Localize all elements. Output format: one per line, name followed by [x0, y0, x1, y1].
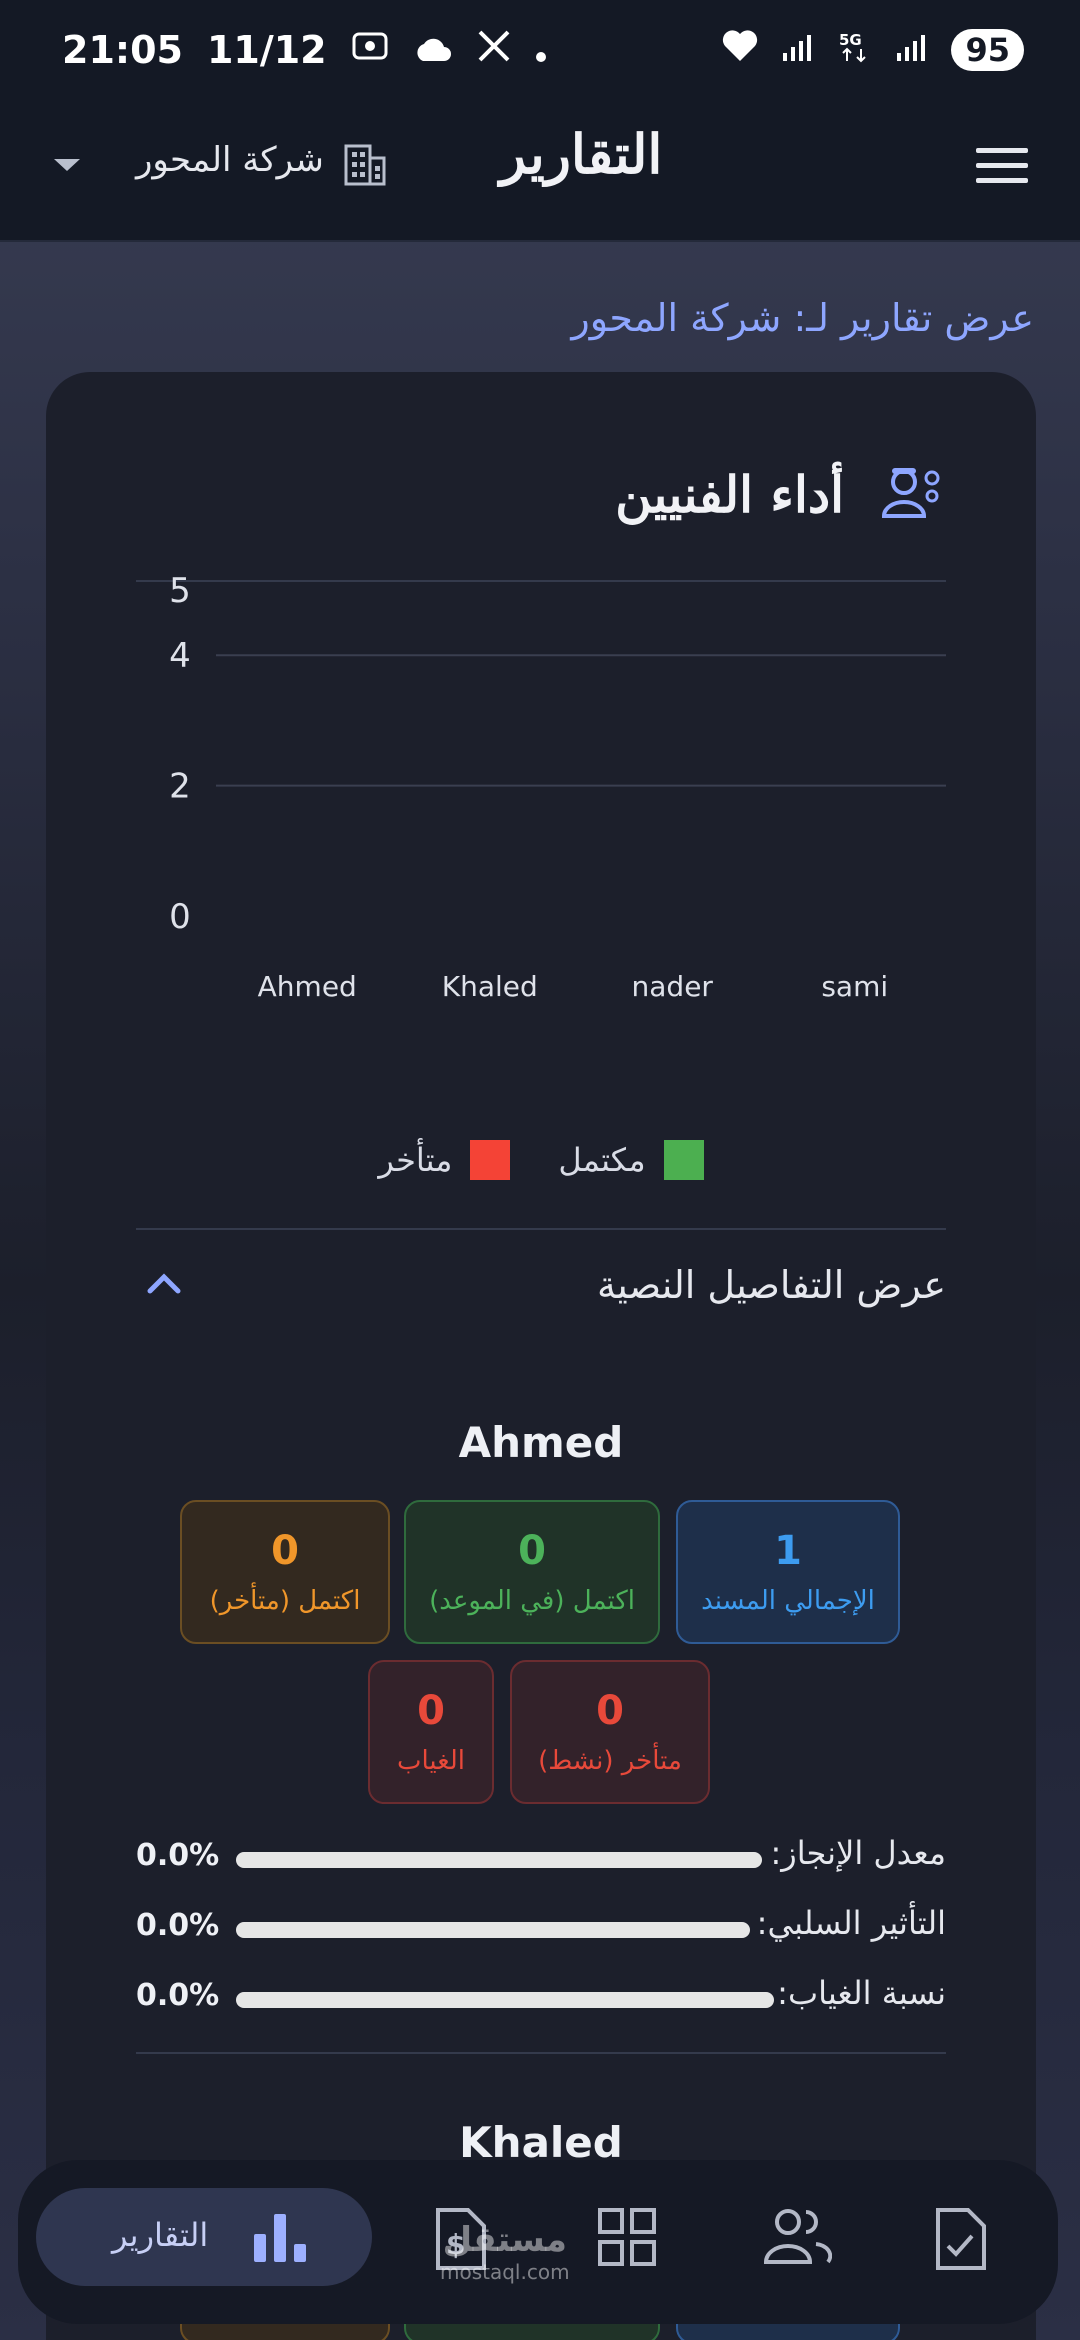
- heart-icon: [721, 28, 759, 72]
- stat-value: 0: [271, 1528, 299, 1574]
- stat-value: 0: [518, 1528, 546, 1574]
- legend-swatch-green: [663, 1140, 704, 1180]
- signal-icon-2: [895, 28, 929, 72]
- y-tick-label: 5: [169, 572, 191, 611]
- progress-bar: [236, 1922, 750, 1938]
- details-toggle[interactable]: عرض التفاصيل النصية: [136, 1250, 946, 1320]
- x-tick-label: Ahmed: [258, 970, 357, 1003]
- signal-icon: [781, 28, 815, 72]
- divider: [136, 1228, 946, 1230]
- chevron-up-icon[interactable]: [146, 1271, 182, 1299]
- status-date: 11/12: [206, 28, 327, 72]
- stat-total-assigned: 1 الإجمالي المسند: [676, 1500, 900, 1644]
- stat-late-active: 0 متأخر (نشط): [510, 1660, 710, 1804]
- metric-negative-impact: 0.0% التأثير السلبي:: [136, 1902, 946, 1952]
- screenshot-icon: [351, 28, 389, 72]
- nav-label: التقارير: [112, 2216, 209, 2254]
- cloud-icon: [413, 28, 453, 72]
- stat-value: 0: [596, 1688, 624, 1734]
- metric-absence-rate: 0.0% نسبة الغياب:: [136, 1972, 946, 2022]
- task-check-icon[interactable]: [934, 2206, 988, 2276]
- users-icon[interactable]: [762, 2206, 833, 2270]
- status-time: 21:05: [62, 28, 183, 72]
- card-title: أداء الفنيين: [615, 464, 844, 524]
- details-toggle-label[interactable]: عرض التفاصيل النصية: [597, 1263, 946, 1307]
- metric-label: نسبة الغياب:: [777, 1974, 946, 2012]
- stat-label: اكتمل (متأخر): [209, 1586, 361, 1616]
- 5g-icon: 5G: [837, 28, 873, 72]
- x-tick-label: Khaled: [442, 970, 538, 1003]
- performance-chart: 0 2 4 5 Ahmed Khaled nader sami: [169, 572, 946, 1003]
- metric-completion-rate: 0.0% معدل الإنجاز:: [136, 1832, 946, 1882]
- bar-chart-icon: [252, 2210, 308, 2268]
- company-selector[interactable]: شركة المحور: [136, 140, 324, 180]
- svg-text:5G: 5G: [839, 31, 862, 49]
- watermark-logo: مستقل mostaql.com: [440, 2220, 570, 2284]
- card-header: أداء الفنيين: [615, 464, 946, 524]
- metric-value: 0.0%: [136, 1838, 220, 1873]
- chevron-down-icon[interactable]: [52, 155, 82, 179]
- reports-for-label: عرض تقارير لـ: شركة المحور: [571, 296, 1034, 340]
- stat-value: 1: [774, 1528, 802, 1574]
- stat-absence: 0 الغياب: [368, 1660, 494, 1804]
- metric-value: 0.0%: [136, 1908, 220, 1943]
- status-bar: 21:05 11/12 5G 95: [0, 0, 1080, 100]
- progress-bar: [236, 1852, 762, 1868]
- legend-swatch-red: [470, 1140, 511, 1180]
- technician-performance-card: أداء الفنيين 0 2 4 5 Ahmed Khaled nader sami مك…: [46, 372, 1036, 2340]
- stat-label: اكتمل (في الموعد): [429, 1586, 635, 1616]
- app-bar: شركة المحور التقارير: [0, 100, 1080, 242]
- nav-item-reports[interactable]: التقارير: [36, 2188, 372, 2286]
- technician-name: Ahmed: [458, 1418, 624, 1467]
- chart-legend: مكتمل متأخر: [46, 1140, 1036, 1180]
- legend-label: متأخر: [378, 1141, 453, 1179]
- stat-value: 0: [417, 1688, 445, 1734]
- y-tick-label: 2: [169, 767, 191, 807]
- watermark-latin: mostaql.com: [440, 2260, 570, 2284]
- dot-icon: [535, 28, 547, 72]
- y-tick-label: 4: [169, 636, 191, 676]
- metric-label: معدل الإنجاز:: [770, 1834, 946, 1872]
- stat-label: الإجمالي المسند: [701, 1586, 875, 1616]
- x-tick-label: sami: [821, 970, 888, 1003]
- metric-value: 0.0%: [136, 1978, 220, 2013]
- watermark-arabic: مستقل: [442, 2220, 567, 2260]
- engineer-gear-icon: [880, 464, 946, 524]
- page-title: التقارير: [500, 122, 663, 186]
- stat-label: الغياب: [397, 1746, 465, 1776]
- metric-label: التأثير السلبي:: [756, 1904, 946, 1942]
- legend-item-late: متأخر: [378, 1140, 511, 1180]
- building-icon: [342, 142, 388, 192]
- x-app-icon: [477, 28, 511, 72]
- legend-item-completed: مكتمل: [558, 1140, 704, 1180]
- menu-icon[interactable]: [976, 146, 1028, 190]
- dashboard-icon[interactable]: [596, 2206, 658, 2272]
- divider: [136, 2052, 946, 2054]
- stat-label: متأخر (نشط): [538, 1746, 682, 1776]
- x-tick-label: nader: [632, 970, 714, 1003]
- stat-completed-on-time: 0 اكتمل (في الموعد): [404, 1500, 660, 1644]
- progress-bar: [236, 1992, 774, 2008]
- stat-completed-late: 0 اكتمل (متأخر): [180, 1500, 390, 1644]
- y-tick-label: 0: [169, 897, 191, 937]
- legend-label: مكتمل: [558, 1141, 646, 1179]
- battery-indicator: 95: [951, 29, 1024, 71]
